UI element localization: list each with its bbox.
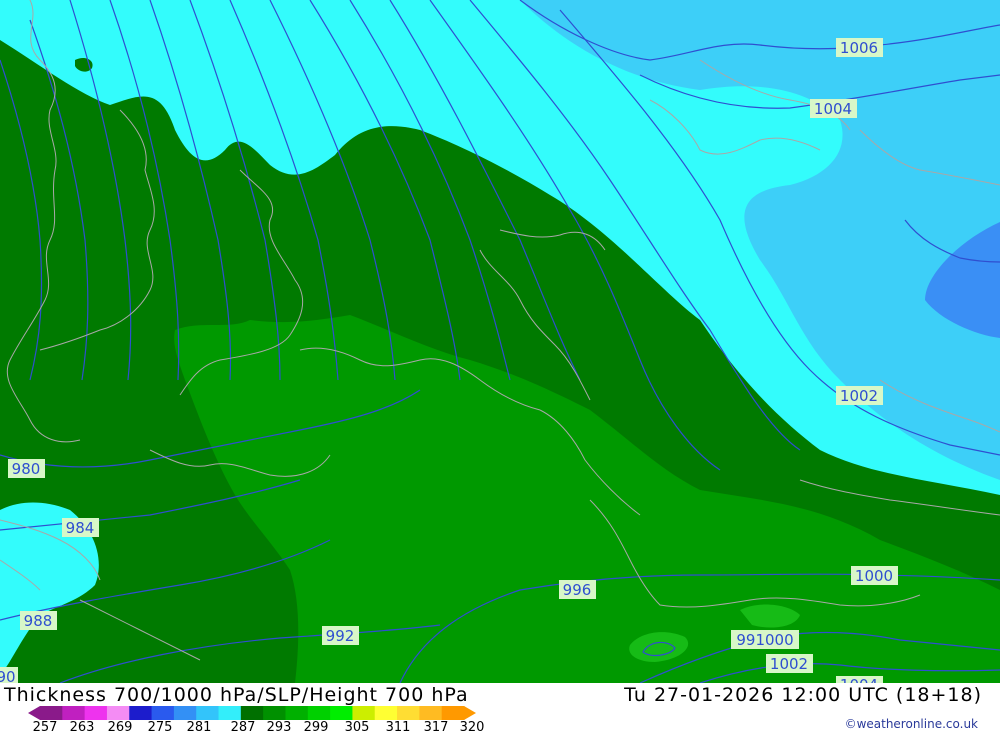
map-canvas: 1006 1004 1002 980 984 988 992 996 1000 … [0,0,1000,683]
valid-time: Tu 27-01-2026 12:00 UTC (18+18) [624,684,982,706]
legend-arrow-high [464,706,476,720]
legend-color-cell [218,706,242,720]
isobar-label-1002: 1002 [836,386,883,405]
legend-color-cell [62,706,86,720]
legend-color-cell [441,706,465,720]
svg-text:1002: 1002 [840,387,878,405]
svg-text:980: 980 [12,460,41,478]
svg-text:1006: 1006 [840,39,878,57]
legend-color-cell [40,706,63,720]
isobar-label-1004-south: 1004 [836,676,883,683]
isobar-label-1004: 1004 [810,99,857,118]
isobar-label-988: 988 [20,611,57,630]
svg-text:90: 90 [0,668,16,683]
legend-color-cell [84,706,108,720]
isobar-label-991000: 991000 [731,630,799,649]
isobar-label-1000: 1000 [851,566,898,585]
legend-arrow-low [28,706,40,720]
legend-color-cell [263,706,286,720]
legend-color-cell [129,706,153,720]
svg-text:1004: 1004 [814,100,852,118]
legend-color-cell [173,706,197,720]
svg-text:991000: 991000 [736,631,793,649]
weather-map: 1006 1004 1002 980 984 988 992 996 1000 … [0,0,1000,683]
map-title: Thickness 700/1000 hPa/SLP/Height 700 hP… [4,684,469,706]
svg-text:1000: 1000 [855,567,893,585]
map-footer: Thickness 700/1000 hPa/SLP/Height 700 hP… [0,683,1000,735]
legend-color-cell [196,706,220,720]
isobar-label-1006: 1006 [836,38,883,57]
legend-color-cell [352,706,376,720]
svg-text:984: 984 [66,519,95,537]
isobar-label-980: 980 [8,459,45,478]
legend-color-cell [106,706,130,720]
source-credit: ©weatheronline.co.uk [844,717,978,731]
legend-color-cell [374,706,398,720]
legend-color-cell [330,706,353,720]
isobar-label-996: 996 [559,580,596,599]
legend-color-cell [285,706,309,720]
color-legend [28,706,476,720]
legend-color-cell [240,706,264,720]
isobar-label-1002-south: 1002 [766,654,813,673]
legend-color-cell [419,706,443,720]
legend-color-cell [151,706,175,720]
legend-tick-labels: 257 263 269 275 281 287 293 299 305 311 317 320 [0,720,520,735]
svg-text:992: 992 [326,627,355,645]
isobar-label-992: 992 [322,626,359,645]
isobar-label-90: 90 [0,667,18,683]
svg-text:988: 988 [24,612,53,630]
isobar-label-984: 984 [62,518,99,537]
svg-text:996: 996 [563,581,592,599]
svg-text:1004: 1004 [840,676,878,683]
legend-color-cell [307,706,331,720]
legend-color-cell [397,706,420,720]
svg-text:1002: 1002 [770,655,808,673]
